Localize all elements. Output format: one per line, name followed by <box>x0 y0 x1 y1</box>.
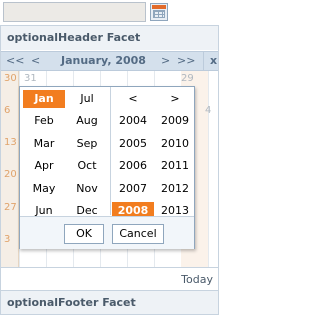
week-number: 20 <box>4 169 17 180</box>
month-option-nov[interactable]: Nov <box>66 180 108 198</box>
ok-button[interactable]: OK <box>64 224 104 244</box>
optional-footer-facet: optionalFooter Facet <box>1 290 218 314</box>
week-number: 13 <box>4 137 17 148</box>
optional-header-facet: optionalHeader Facet <box>1 26 218 50</box>
month-option-apr[interactable]: Apr <box>23 157 65 175</box>
year-option[interactable]: 2011 <box>154 157 196 175</box>
month-option-sep[interactable]: Sep <box>66 135 108 153</box>
year-option[interactable]: 2005 <box>112 135 154 153</box>
cancel-button[interactable]: Cancel <box>112 224 164 244</box>
year-option[interactable]: 2006 <box>112 157 154 175</box>
week-number: 3 <box>4 234 11 245</box>
picker-divider <box>110 87 111 215</box>
year-option[interactable]: 2009 <box>154 112 196 130</box>
year-option[interactable]: 2004 <box>112 112 154 130</box>
day-cell[interactable]: 4 <box>205 105 211 116</box>
prev-years-button[interactable]: < <box>112 90 154 108</box>
week-number: 30 <box>4 73 17 84</box>
month-option-aug[interactable]: Aug <box>66 112 108 130</box>
month-option-jan[interactable]: Jan <box>23 90 65 108</box>
year-option[interactable]: 2012 <box>154 180 196 198</box>
next-year-button[interactable]: >> <box>177 52 195 70</box>
year-option[interactable]: 2010 <box>154 135 196 153</box>
month-option-mar[interactable]: Mar <box>23 135 65 153</box>
month-option-feb[interactable]: Feb <box>23 112 65 130</box>
today-button[interactable]: Today <box>181 273 213 286</box>
close-button[interactable]: x <box>203 52 220 70</box>
date-input[interactable] <box>3 2 146 22</box>
next-years-button[interactable]: > <box>154 90 196 108</box>
year-option[interactable]: 2007 <box>112 180 154 198</box>
month-year-title[interactable]: January, 2008 <box>61 52 146 70</box>
week-number: 6 <box>4 105 11 116</box>
month-option-may[interactable]: May <box>23 180 65 198</box>
today-row: Today <box>1 267 218 291</box>
calendar-nav: << < January, 2008 > >> x <box>1 51 218 71</box>
day-cell[interactable]: 29 <box>181 73 194 84</box>
calendar-icon[interactable] <box>150 3 168 21</box>
month-year-picker: Jan Feb Mar Apr May Jun Jul Aug Sep Oct … <box>19 86 195 249</box>
month-option-oct[interactable]: Oct <box>66 157 108 175</box>
week-number: 27 <box>4 202 17 213</box>
next-month-button[interactable]: > <box>161 52 170 70</box>
prev-year-button[interactable]: << <box>6 52 24 70</box>
prev-month-button[interactable]: < <box>31 52 40 70</box>
week-number-column: 30 6 13 20 27 3 <box>1 71 19 267</box>
day-cell[interactable]: 31 <box>24 73 37 84</box>
picker-footer: OK Cancel <box>20 216 194 249</box>
month-option-jul[interactable]: Jul <box>66 90 108 108</box>
